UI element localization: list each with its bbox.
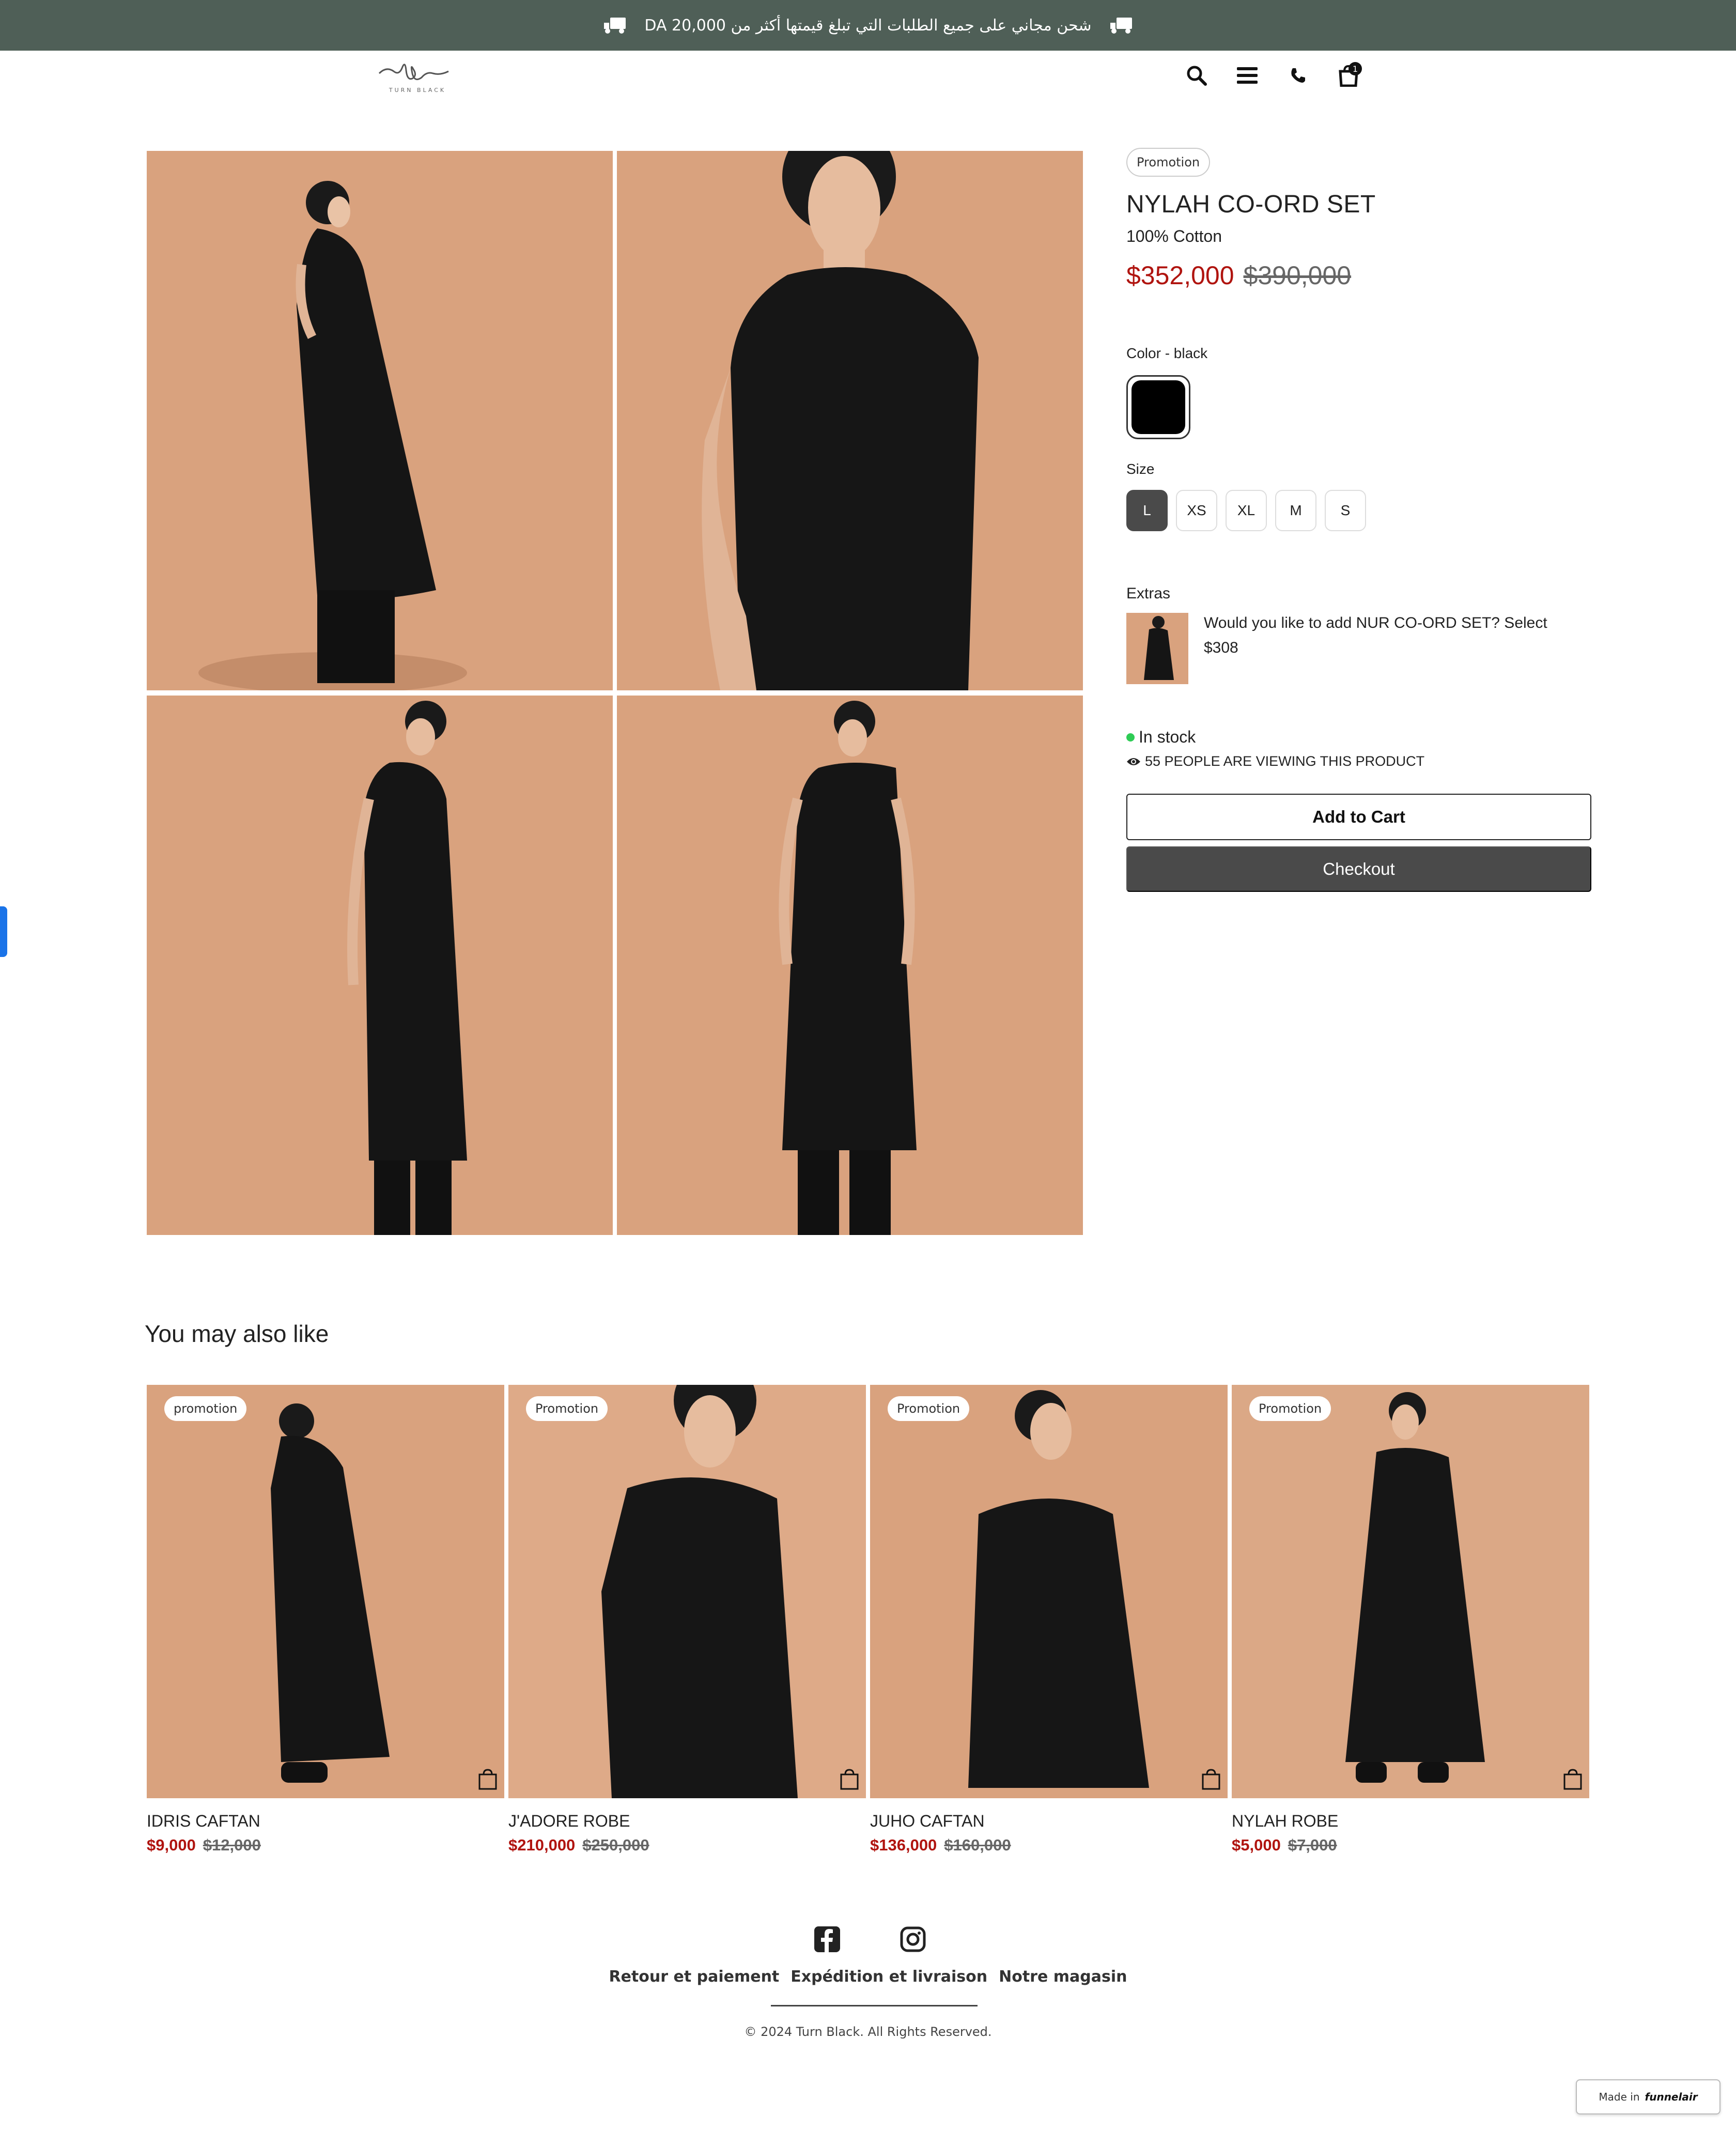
card-badge: Promotion <box>1249 1396 1331 1421</box>
eye-icon <box>1127 758 1140 765</box>
card-badge: promotion <box>164 1396 247 1421</box>
product-card[interactable]: promotion IDRIS CAFTAN $9,000 $12,000 <box>147 1385 504 1855</box>
card-name[interactable]: J'ADORE ROBE <box>508 1812 866 1831</box>
card-price-original: $7,000 <box>1288 1836 1337 1854</box>
card-badge: Promotion <box>526 1396 608 1421</box>
stock-text: In stock <box>1139 728 1196 746</box>
color-label: Color - black <box>1126 345 1208 361</box>
product-card-image[interactable]: Promotion <box>870 1385 1228 1798</box>
card-name[interactable]: JUHO CAFTAN <box>870 1812 1228 1831</box>
product-info: Promotion NYLAH CO-ORD SET 100% Cotton $… <box>1126 148 1591 892</box>
footer-divider <box>771 2005 978 2006</box>
footer-link-store[interactable]: Notre magasin <box>999 1968 1127 1986</box>
extra-offer-text: Would you like to add NUR CO-ORD SET? Se… <box>1204 614 1547 631</box>
product-card[interactable]: Promotion NYLAH ROBE $5,000 $7,000 <box>1232 1385 1589 1855</box>
promotion-badge: Promotion <box>1126 148 1211 177</box>
shopping-bag-icon[interactable] <box>1201 1768 1221 1790</box>
card-price-original: $250,000 <box>582 1836 649 1854</box>
product-subtitle: 100% Cotton <box>1126 227 1222 245</box>
add-to-cart-button[interactable]: Add to Cart <box>1126 794 1591 840</box>
card-badge: Promotion <box>888 1396 970 1421</box>
viewers-text: 55 PEOPLE ARE VIEWING THIS PRODUCT <box>1145 753 1425 769</box>
extras-label: Extras <box>1126 585 1171 602</box>
announcement-text: شحن مجاني على جميع الطلبات التي تبلغ قيم… <box>644 16 1092 35</box>
cart-icon[interactable]: 1 <box>1335 62 1362 89</box>
footer-links: Retour et paiement Expédition et livrais… <box>0 1968 1736 1986</box>
cart-count-badge: 1 <box>1349 62 1362 75</box>
product-card-image[interactable]: Promotion <box>508 1385 866 1798</box>
menu-icon[interactable] <box>1234 62 1261 89</box>
card-price-original: $160,000 <box>944 1836 1011 1854</box>
shopping-bag-icon[interactable] <box>477 1768 498 1790</box>
copyright: © 2024 Turn Black. All Rights Reserved. <box>744 2025 992 2039</box>
recommendations-title: You may also like <box>145 1320 329 1347</box>
size-option-m[interactable]: M <box>1275 490 1316 531</box>
product-card-image[interactable]: promotion <box>147 1385 504 1798</box>
size-option-l[interactable]: L <box>1126 490 1168 531</box>
product-image-1[interactable] <box>147 151 613 690</box>
footer-link-returns[interactable]: Retour et paiement <box>609 1968 779 1986</box>
card-prices: $9,000 $12,000 <box>147 1836 504 1855</box>
made-in-brand: funnelair <box>1645 2091 1698 2103</box>
brand-logo[interactable]: TURN BLACK <box>376 58 459 97</box>
card-price-current: $5,000 <box>1232 1836 1281 1854</box>
card-prices: $5,000 $7,000 <box>1232 1836 1589 1855</box>
size-label: Size <box>1126 461 1155 477</box>
viewers-notice: 55 PEOPLE ARE VIEWING THIS PRODUCT <box>1126 753 1424 769</box>
product-price: $352,000 $390,000 <box>1126 260 1591 290</box>
card-name[interactable]: NYLAH ROBE <box>1232 1812 1589 1831</box>
facebook-icon[interactable] <box>813 1925 841 1953</box>
color-swatch-black[interactable] <box>1126 375 1190 439</box>
product-card[interactable]: Promotion JUHO CAFTAN $136,000 $160,000 <box>870 1385 1228 1855</box>
card-price-original: $12,000 <box>203 1836 261 1854</box>
size-options: L XS XL M S <box>1126 490 1366 531</box>
price-current: $352,000 <box>1126 261 1234 290</box>
truck-icon <box>604 18 626 34</box>
size-option-xs[interactable]: XS <box>1176 490 1217 531</box>
recommendations-grid: promotion IDRIS CAFTAN $9,000 $12,000 Pro… <box>147 1385 1589 1860</box>
announcement-bar: شحن مجاني على جميع الطلبات التي تبلغ قيم… <box>0 0 1736 51</box>
card-prices: $136,000 $160,000 <box>870 1836 1228 1855</box>
site-header: TURN BLACK 1 <box>0 51 1736 102</box>
stock-dot-icon <box>1126 733 1135 742</box>
product-card-image[interactable]: Promotion <box>1232 1385 1589 1798</box>
checkout-button[interactable]: Checkout <box>1126 846 1591 892</box>
product-image-4[interactable] <box>617 696 1083 1235</box>
card-price-current: $9,000 <box>147 1836 196 1854</box>
extra-product-thumbnail[interactable] <box>1126 613 1188 684</box>
footer-link-shipping[interactable]: Expédition et livraison <box>791 1968 987 1986</box>
size-option-xl[interactable]: XL <box>1226 490 1267 531</box>
truck-icon <box>1110 18 1132 34</box>
product-image-2[interactable] <box>617 151 1083 690</box>
card-price-current: $136,000 <box>870 1836 937 1854</box>
size-option-s[interactable]: S <box>1325 490 1366 531</box>
product-title: NYLAH CO-ORD SET <box>1126 191 1376 218</box>
made-in-text: Made in <box>1599 2091 1640 2103</box>
product-card[interactable]: Promotion J'ADORE ROBE $210,000 $250,000 <box>508 1385 866 1855</box>
svg-text:TURN BLACK: TURN BLACK <box>389 87 446 94</box>
made-in-badge[interactable]: Made in funnelair <box>1576 2079 1721 2114</box>
card-name[interactable]: IDRIS CAFTAN <box>147 1812 504 1831</box>
side-feedback-tab[interactable] <box>0 906 7 957</box>
search-icon[interactable] <box>1183 62 1210 89</box>
shopping-bag-icon[interactable] <box>1562 1768 1583 1790</box>
extra-offer-price: $308 <box>1204 639 1238 656</box>
product-gallery <box>147 151 1083 1235</box>
extra-offer[interactable]: Would you like to add NUR CO-ORD SET? Se… <box>1204 611 1597 660</box>
instagram-icon[interactable] <box>899 1925 927 1953</box>
phone-icon[interactable] <box>1284 62 1311 89</box>
shopping-bag-icon[interactable] <box>839 1768 860 1790</box>
price-original: $390,000 <box>1243 261 1352 290</box>
stock-status: In stock <box>1126 728 1196 747</box>
card-price-current: $210,000 <box>508 1836 576 1854</box>
product-image-3[interactable] <box>147 696 613 1235</box>
card-prices: $210,000 $250,000 <box>508 1836 866 1855</box>
social-links <box>813 1925 927 1953</box>
